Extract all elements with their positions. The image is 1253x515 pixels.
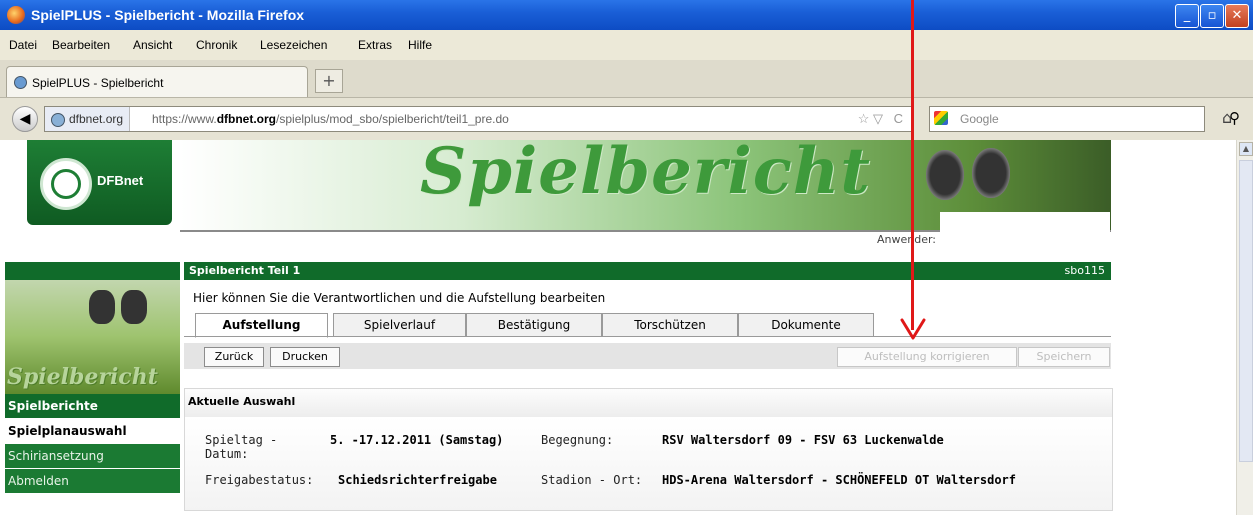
sidebar-item-spielplanauswahl[interactable]: Spielplanauswahl (5, 419, 180, 444)
correct-lineup-button[interactable]: Aufstellung korrigieren (837, 347, 1017, 367)
panel-title: Aktuelle Auswahl (188, 395, 296, 408)
sidebar-header (5, 262, 180, 280)
back-arrow-icon[interactable]: ◀ (12, 106, 38, 132)
datum-label: Datum: (205, 447, 249, 461)
web-page: DFBnet Spielbericht Anwender: Spielberic… (0, 134, 1236, 515)
window-title: SpielPLUS - Spielbericht - Mozilla Firef… (31, 7, 305, 23)
search-bar[interactable]: Google ⚲ (929, 106, 1240, 132)
sidebar-item-spielberichte[interactable]: Spielberichte (5, 394, 180, 419)
begegnung-value: RSV Waltersdorf 09 - FSV 63 Luckenwalde (662, 433, 944, 447)
browser-tab-bar: SpielPLUS - Spielbericht + (0, 60, 1253, 98)
boot-icon (89, 290, 115, 324)
action-toolbar: Zurück Drucken Aufstellung korrigieren S… (184, 343, 1111, 369)
menu-bearbeiten[interactable]: Bearbeiten (52, 38, 110, 52)
begegnung-label: Begegnung: (541, 433, 614, 447)
print-button[interactable]: Drucken (270, 347, 340, 367)
tab-bestaetigung[interactable]: Bestätigung (466, 313, 602, 337)
back-button[interactable]: Zurück (204, 347, 264, 367)
home-icon[interactable]: ⌂ (1222, 108, 1232, 127)
sidebar-nav: Spielberichte Spielplanauswahl Schirians… (5, 394, 180, 494)
new-tab-button[interactable]: + (315, 69, 343, 93)
sidebar-image-text: Spielbericht (7, 364, 158, 390)
sidebar-item-abmelden[interactable]: Abmelden (5, 469, 180, 494)
spieltag-label: Spieltag - (205, 433, 278, 447)
tab-underline (184, 336, 1111, 337)
spieltag-value: 5. -17.12.2011 (Samstag) (330, 433, 504, 447)
menu-bar: Datei Bearbeiten Ansicht Chronik Lesezei… (0, 30, 1253, 60)
menu-extras[interactable]: Extras (358, 38, 392, 52)
address-bar[interactable]: dfbnet.org https://www.dfbnet.org/spielp… (44, 106, 912, 132)
dfbnet-logo[interactable]: DFBnet (27, 140, 172, 225)
stadion-value: HDS-Arena Waltersdorf - SCHÖNEFELD OT Wa… (662, 473, 1017, 487)
menu-lesezeichen[interactable]: Lesezeichen (260, 38, 327, 52)
maximize-button[interactable]: ▫ (1200, 4, 1224, 28)
minimize-button[interactable]: _ (1175, 4, 1199, 28)
logo-text: DFBnet (97, 173, 144, 188)
current-selection-panel: Aktuelle Auswahl Spieltag - Datum: 5. -1… (184, 388, 1113, 511)
panel-header: Aktuelle Auswahl (185, 389, 1112, 418)
sidebar-item-schiriansetzung[interactable]: Schiriansetzung (5, 444, 180, 469)
site-identity[interactable]: dfbnet.org (45, 107, 131, 131)
menu-chronik[interactable]: Chronik (196, 38, 237, 52)
tab-aufstellung[interactable]: Aufstellung (195, 313, 328, 338)
menu-datei[interactable]: Datei (9, 38, 37, 52)
menu-ansicht[interactable]: Ansicht (133, 38, 172, 52)
user-label: Anwender: (877, 233, 937, 246)
football-boots-image (920, 144, 1020, 214)
tab-dokumente[interactable]: Dokumente (738, 313, 874, 337)
browser-tab[interactable]: SpielPLUS - Spielbericht (6, 66, 308, 97)
menu-hilfe[interactable]: Hilfe (408, 38, 432, 52)
sidebar-image: Spielbericht (5, 280, 180, 394)
page-scrollbar[interactable]: ▲ (1236, 140, 1253, 515)
site-identity-label: dfbnet.org (69, 112, 124, 126)
browser-tab-label: SpielPLUS - Spielbericht (32, 76, 164, 90)
window-titlebar: SpielPLUS - Spielbericht - Mozilla Firef… (0, 0, 1253, 30)
boot-icon (121, 290, 147, 324)
globe-icon (51, 113, 65, 127)
url-text: https://www.dfbnet.org/spielplus/mod_sbo… (152, 112, 509, 126)
save-button[interactable]: Speichern (1018, 347, 1110, 367)
tab-spielverlauf[interactable]: Spielverlauf (333, 313, 466, 337)
annotation-arrow-line (911, 0, 914, 330)
panel-body: Spieltag - Datum: 5. -17.12.2011 (Samsta… (185, 417, 1112, 510)
search-placeholder: Google (960, 112, 999, 126)
freigabe-value: Schiedsrichterfreigabe (338, 473, 497, 487)
scrollbar-thumb[interactable] (1239, 160, 1253, 462)
reload-icon[interactable]: C (894, 111, 903, 126)
firefox-icon (7, 6, 25, 24)
bookmark-star-icon[interactable]: ☆ ▽ (858, 111, 883, 127)
site-favicon-icon (14, 76, 27, 89)
tab-torschuetzen[interactable]: Torschützen (602, 313, 738, 337)
google-engine-icon[interactable] (934, 111, 948, 125)
freigabe-label: Freigabestatus: (205, 473, 314, 487)
section-code: sbo115 (1064, 264, 1105, 277)
hint-text: Hier können Sie die Verantwortlichen und… (193, 291, 606, 305)
scroll-up-icon[interactable]: ▲ (1239, 142, 1253, 156)
stadion-label: Stadion - Ort: (541, 473, 643, 487)
user-name-redacted (940, 212, 1110, 247)
dfb-emblem-icon (40, 158, 92, 210)
banner-title: Spielbericht (420, 134, 871, 209)
close-button[interactable]: ✕ (1225, 4, 1249, 28)
section-header: Spielbericht Teil 1 sbo115 (184, 262, 1111, 280)
page-banner: DFBnet Spielbericht Anwender: (0, 134, 1111, 248)
section-title: Spielbericht Teil 1 (189, 264, 301, 277)
